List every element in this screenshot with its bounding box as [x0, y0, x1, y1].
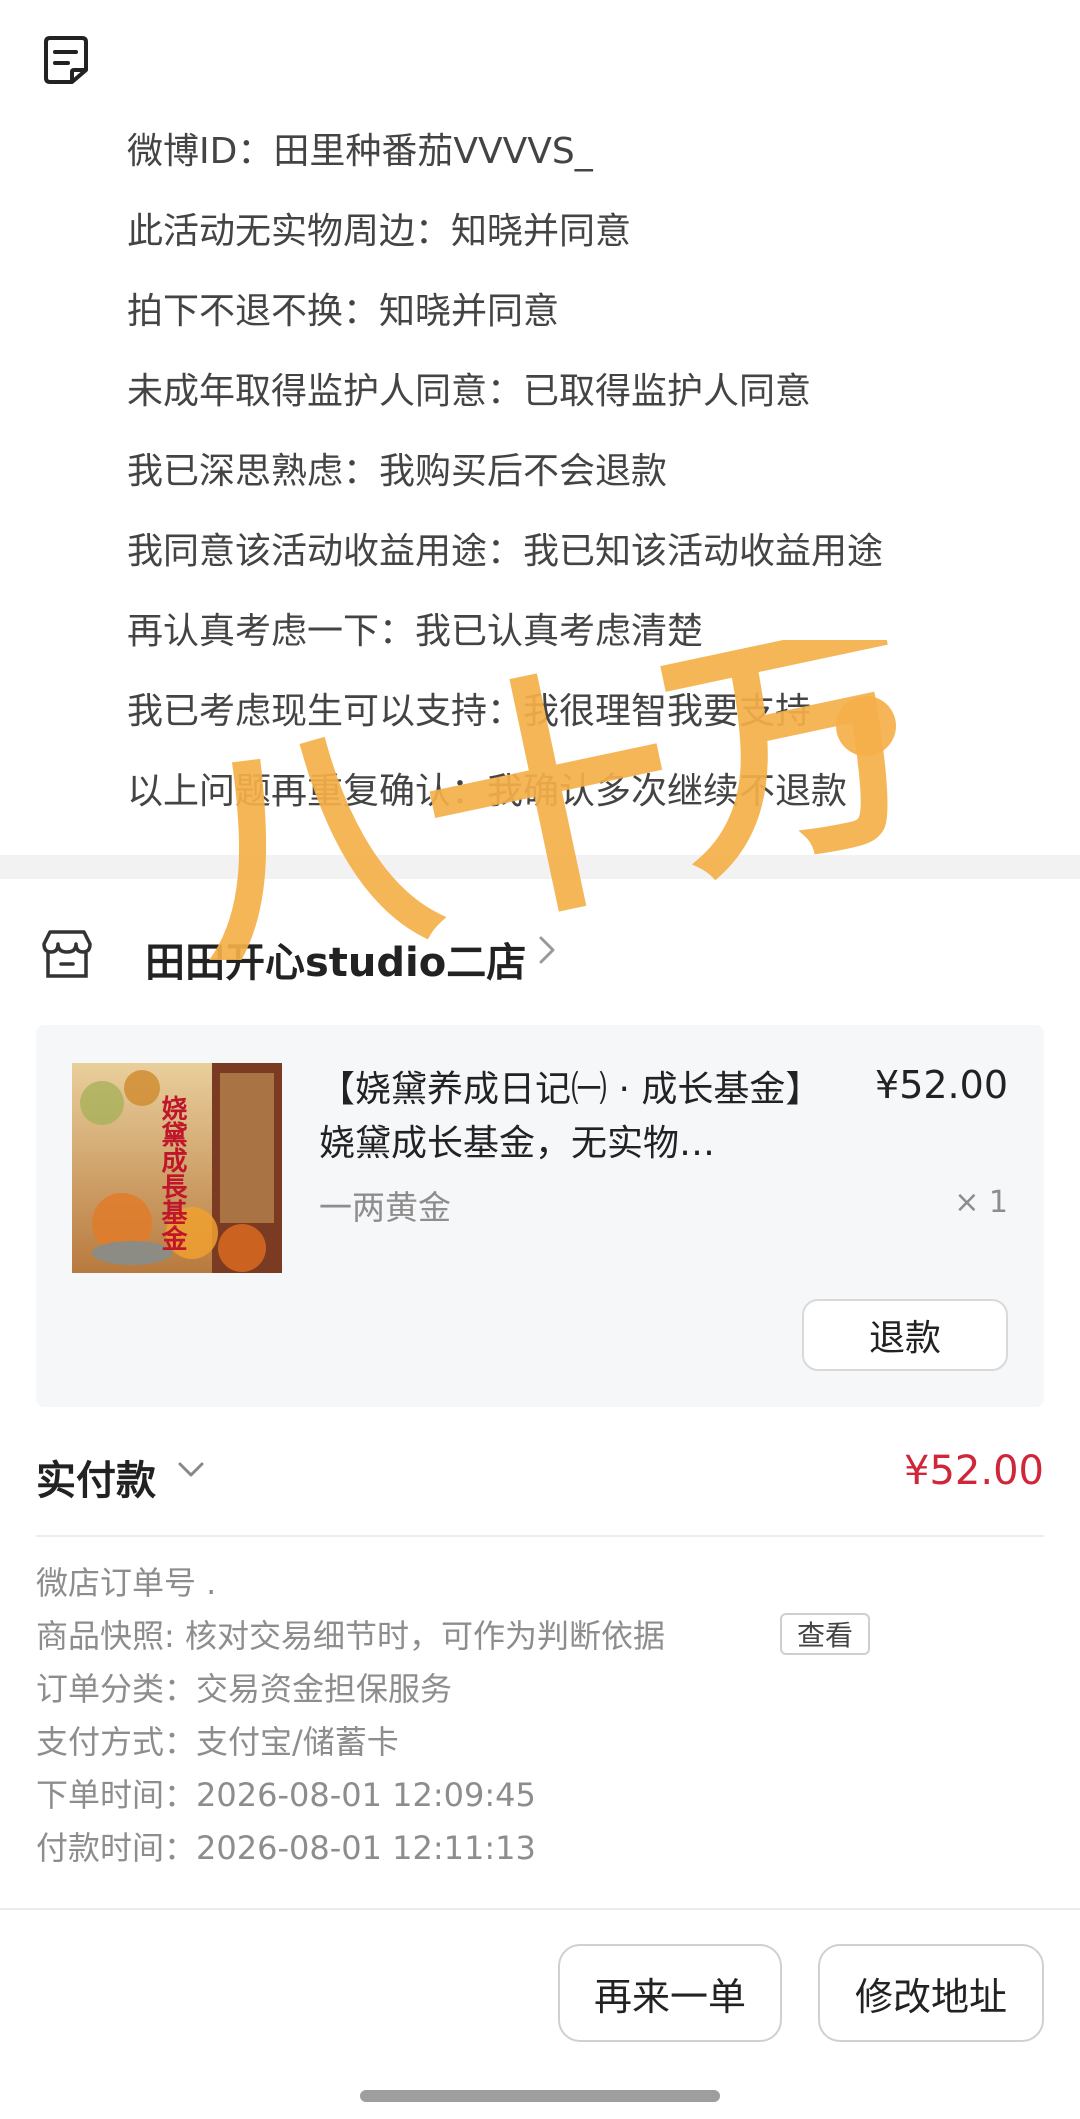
shop-name: 田田开心studio二店: [145, 940, 527, 986]
product-image: 娆黛成長基金: [72, 1063, 282, 1273]
remark-line: 以上问题再重复确认：我确认多次继续不退款: [127, 771, 848, 812]
remark-line: 拍下不退不换：知晓并同意: [127, 291, 560, 332]
product-title[interactable]: 【娆黛养成日记㈠ · 成长基金】娆黛成长基金，无实物…: [319, 1063, 839, 1171]
payment-time: 付款时间：2026-08-01 12:11:13: [36, 1829, 536, 1867]
snapshot-row: 商品快照: 核对交易细节时，可作为判断依据 查看: [36, 1611, 1044, 1664]
snapshot-text: 商品快照: 核对交易细节时，可作为判断依据: [36, 1617, 665, 1655]
shop-link[interactable]: 田田开心studio二店: [0, 900, 1080, 1010]
bottom-action-bar: 再来一单 修改地址: [0, 1908, 1080, 2119]
product-price: ¥52.00: [875, 1063, 1008, 1107]
reorder-button[interactable]: 再来一单: [558, 1944, 782, 2042]
product-card[interactable]: 娆黛成長基金 【娆黛养成日记㈠ · 成长基金】娆黛成长基金，无实物… ¥52.0…: [36, 1025, 1044, 1407]
remark-line: 此活动无实物周边：知晓并同意: [127, 211, 632, 252]
product-quantity: × 1: [954, 1185, 1008, 1220]
section-divider: [0, 855, 1080, 879]
home-indicator[interactable]: [360, 2090, 720, 2102]
edit-address-button[interactable]: 修改地址: [818, 1944, 1044, 2042]
product-thumbnail[interactable]: 娆黛成長基金: [72, 1063, 282, 1273]
order-info: 微店订单号 . 商品快照: 核对交易细节时，可作为判断依据 查看 订单分类：交易…: [36, 1558, 1044, 1876]
note-icon: [44, 36, 88, 84]
paid-amount-row[interactable]: 实付款 ¥52.00: [36, 1440, 1044, 1510]
chevron-right-icon: [539, 936, 555, 964]
payment-method: 支付方式：支付宝/储蓄卡: [36, 1723, 399, 1761]
remark-line: 微博ID：田里种番茄VVVVS_: [127, 131, 593, 172]
remark-line: 我已考虑现生可以支持：我很理智我要支持: [127, 691, 812, 732]
paid-label: 实付款: [36, 1458, 156, 1504]
order-number: 微店订单号 .: [36, 1564, 217, 1602]
product-image-text: 娆黛成長基金: [157, 1095, 188, 1251]
divider: [36, 1535, 1044, 1537]
product-spec: 一两黄金: [319, 1188, 451, 1227]
order-remarks: 微博ID：田里种番茄VVVVS_ 此活动无实物周边：知晓并同意 拍下不退不换：知…: [127, 112, 883, 832]
remark-line: 我已深思熟虑：我购买后不会退款: [127, 451, 668, 492]
paid-amount: ¥52.00: [904, 1448, 1044, 1494]
remark-line: 再认真考虑一下：我已认真考虑清楚: [127, 611, 704, 652]
remark-line: 我同意该活动收益用途：我已知该活动收益用途: [127, 531, 884, 572]
view-snapshot-button[interactable]: 查看: [780, 1613, 870, 1655]
refund-button[interactable]: 退款: [802, 1299, 1008, 1371]
order-time: 下单时间：2026-08-01 12:09:45: [36, 1776, 536, 1814]
chevron-down-icon[interactable]: [174, 1458, 208, 1482]
order-category: 订单分类：交易资金担保服务: [36, 1670, 453, 1708]
shop-icon: [42, 930, 92, 978]
remark-line: 未成年取得监护人同意：已取得监护人同意: [127, 371, 812, 412]
